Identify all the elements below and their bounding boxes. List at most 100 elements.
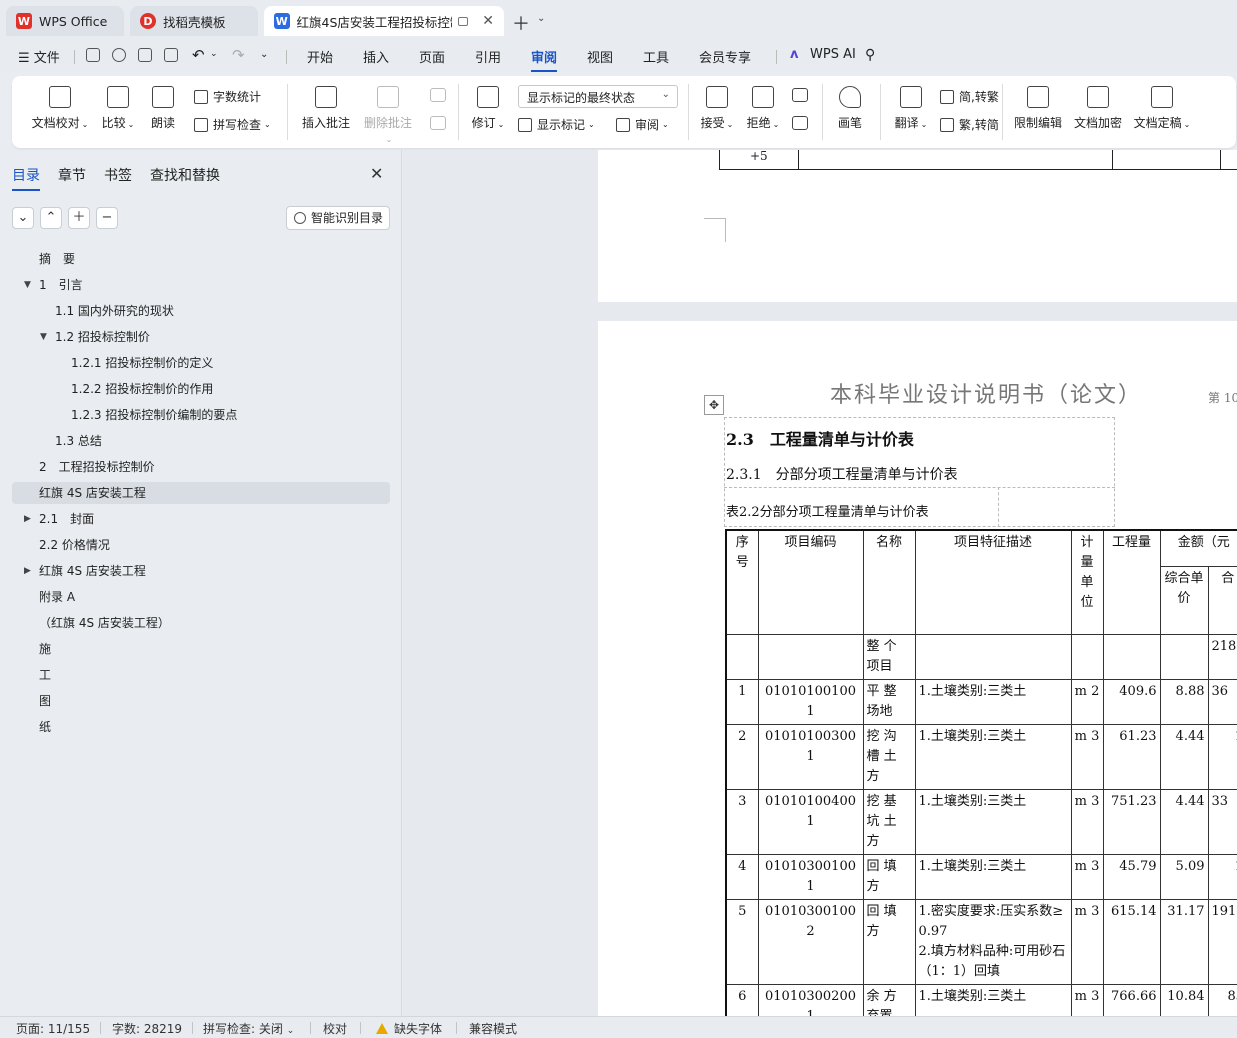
menu-page[interactable]: 页面 [419, 47, 445, 66]
toc-item-selected[interactable]: 红旗 4S 店安装工程 [12, 482, 390, 504]
toc-item[interactable]: 施 [39, 638, 51, 660]
toc-item[interactable]: 红旗 4S 店安装工程 [39, 560, 146, 582]
collapse-triangle-icon[interactable]: ▼ [24, 274, 31, 296]
tab-find-replace[interactable]: 查找和替换 [150, 165, 220, 185]
toc-item[interactable]: 2 工程招投标控制价 [39, 456, 155, 478]
page-indicator[interactable]: 页面: 11/155 [16, 1020, 90, 1037]
markup-display-select[interactable]: 显示标记的最终状态 ⌄ [518, 85, 678, 108]
toc-item[interactable]: 2.1 封面 [39, 508, 94, 530]
next-comment-button[interactable] [428, 116, 448, 136]
restrict-edit-button[interactable]: 限制编辑 [1012, 86, 1064, 131]
collapse-up-button[interactable]: ⌃ [40, 207, 62, 229]
document-canvas[interactable]: +5 本科毕业设计说明书（论文） 第 10 ✥ 2.3 工程量清单与计价表 2.… [403, 150, 1237, 1016]
toc-item[interactable]: 1.2.3 招投标控制价编制的要点 [71, 404, 237, 426]
divider [458, 84, 459, 140]
redo-icon[interactable]: ↷ [232, 46, 245, 64]
toc-item[interactable]: 工 [39, 664, 51, 686]
delete-comment-button[interactable]: 删除批注⌄ [360, 86, 416, 145]
toc-item[interactable]: 1.2.1 招投标控制价的定义 [71, 352, 213, 374]
read-aloud-button[interactable]: 朗读 [148, 86, 178, 131]
smart-toc-button[interactable]: 智能识别目录 [286, 206, 390, 230]
cell-no: 5 [725, 898, 759, 985]
close-tab-icon[interactable]: ✕ [482, 13, 494, 29]
close-icon[interactable]: ✕ [370, 164, 383, 183]
chevron-down-icon[interactable]: ⌄ [210, 49, 218, 59]
toc-item[interactable]: 1.2.2 招投标控制价的作用 [71, 378, 213, 400]
toc-item[interactable]: 摘 要 [39, 248, 75, 270]
toc-item[interactable]: 1 引言 [39, 274, 83, 296]
toc-item[interactable]: 1.1 国内外研究的现状 [55, 300, 174, 322]
toc-item[interactable]: 1.3 总结 [55, 430, 102, 452]
tab-toc[interactable]: 目录 [12, 165, 40, 191]
menu-member[interactable]: 会员专享 [699, 47, 751, 66]
reject-button[interactable]: 拒绝 ⌄ [744, 86, 782, 131]
cell-price: 8.88 [1159, 678, 1209, 725]
window-mode-icon[interactable] [457, 16, 469, 26]
tab-wps-office[interactable]: W WPS Office [6, 6, 124, 36]
menu-tools[interactable]: 工具 [643, 47, 669, 66]
toc-item[interactable]: 2.2 价格情况 [39, 534, 110, 556]
toc-item[interactable]: （红旗 4S 店安装工程） [39, 612, 170, 634]
spell-check-label: 拼写检查 [213, 118, 262, 132]
menu-review[interactable]: 审阅 [531, 47, 558, 72]
missing-font-status[interactable]: 缺失字体 [376, 1020, 442, 1037]
insert-comment-button[interactable]: 插入批注 [298, 86, 354, 131]
menu-references[interactable]: 引用 [475, 47, 501, 66]
tab-bookmarks[interactable]: 书签 [104, 165, 132, 185]
print-icon[interactable] [138, 48, 152, 62]
to-traditional-button[interactable]: 简,转繁 [940, 88, 999, 105]
encrypt-button[interactable]: 文档加密 [1072, 86, 1124, 131]
track-changes-button[interactable]: 修订 ⌄ [470, 86, 506, 131]
accept-button[interactable]: 接受 ⌄ [698, 86, 736, 131]
translate-button[interactable]: 翻译 ⌄ [892, 86, 930, 131]
toc-item[interactable]: 图 [39, 690, 51, 712]
toc-item[interactable]: 附录 A [39, 586, 75, 608]
expand-triangle-icon[interactable]: ▶ [24, 560, 31, 582]
next-change-button[interactable] [790, 116, 810, 136]
cell-no: 6 [725, 983, 759, 1016]
missing-font-label: 缺失字体 [394, 1022, 443, 1036]
expand-triangle-icon[interactable]: ▶ [24, 508, 31, 530]
show-markup-button[interactable]: 显示标记 ⌄ [518, 116, 595, 133]
undo-icon[interactable]: ↶ [192, 46, 205, 64]
table-move-handle-icon[interactable]: ✥ [704, 395, 724, 415]
menu-home[interactable]: 开始 [307, 47, 333, 66]
prev-change-button[interactable] [790, 88, 810, 108]
remove-heading-button[interactable]: − [96, 207, 118, 229]
finalize-button[interactable]: 文档定稿 ⌄ [1132, 86, 1192, 131]
tab-current-document[interactable]: W 红旗4S店安装工程招投标控制 ✕ [264, 6, 504, 36]
finalize-label: 文档定稿 [1133, 116, 1182, 130]
menu-insert[interactable]: 插入 [363, 47, 389, 66]
toc-item[interactable]: 纸 [39, 716, 51, 738]
word-count-button[interactable]: 字数统计 [194, 88, 261, 105]
share-icon[interactable] [112, 48, 126, 62]
chevron-down-icon[interactable]: ⌄ [537, 13, 545, 24]
collapse-triangle-icon[interactable]: ▼ [40, 326, 47, 348]
word-count-indicator[interactable]: 字数: 28219 [112, 1020, 182, 1037]
new-tab-icon[interactable]: ＋ [512, 10, 530, 36]
chevron-down-icon[interactable]: ⌄ [260, 49, 268, 60]
save-icon[interactable] [86, 48, 100, 62]
file-menu[interactable]: ☰ 文件 [18, 47, 60, 66]
spell-check-button[interactable]: 拼写检查 ⌄ [194, 116, 271, 133]
prev-comment-button[interactable] [428, 88, 448, 108]
to-traditional-label: 简,转繁 [959, 90, 999, 104]
tab-docer[interactable]: D 找稻壳模板 [130, 6, 258, 36]
pen-button[interactable]: 画笔 [834, 86, 866, 131]
spell-check-status[interactable]: 拼写检查: 关闭 ⌄ [203, 1020, 294, 1037]
review-pane-button[interactable]: 审阅 ⌄ [616, 116, 669, 133]
expand-down-button[interactable]: ⌄ [12, 207, 34, 229]
menu-view[interactable]: 视图 [587, 47, 613, 66]
doc-check-button[interactable]: 文档校对 ⌄ [28, 86, 92, 131]
markup-select-value: 显示标记的最终状态 [527, 91, 636, 105]
add-heading-button[interactable]: ＋ [68, 207, 90, 229]
compare-button[interactable]: 比较 ⌄ [98, 86, 138, 131]
search-icon[interactable]: ⚲ [865, 47, 875, 63]
toc-item[interactable]: 1.2 招投标控制价 [55, 326, 150, 348]
to-simplified-button[interactable]: 繁,转简 [940, 116, 999, 133]
wps-ai-button[interactable]: WPS AI [810, 47, 856, 62]
cell-name: 回 填 方 [862, 898, 916, 985]
proofread-status[interactable]: 校对 [323, 1020, 347, 1037]
tab-sections[interactable]: 章节 [58, 165, 86, 185]
print-preview-icon[interactable] [164, 48, 178, 62]
